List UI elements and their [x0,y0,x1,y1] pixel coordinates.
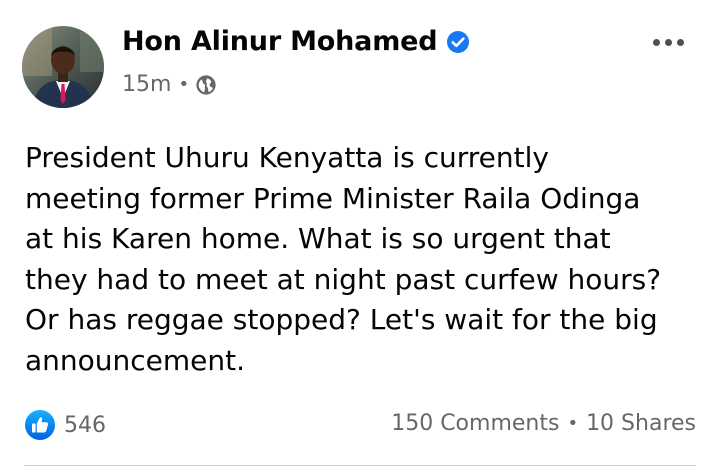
more-dot-icon [664,38,672,46]
post-body-text: President Uhuru Kenyatta is currently me… [25,141,662,377]
globe-icon[interactable] [195,74,217,96]
facebook-post: Hon Alinur Mohamed 15m • President Uhuru… [0,0,720,476]
more-dot-icon [652,38,660,46]
author-header: Hon Alinur Mohamed [122,26,470,57]
more-dot-icon [676,38,684,46]
avatar-image [22,26,104,108]
post-timestamp[interactable]: 15m [122,72,171,97]
shares-count-link[interactable]: 10 Shares [586,411,696,436]
author-name[interactable]: Hon Alinur Mohamed [122,26,438,57]
engagement-separator: • [567,413,579,434]
engagement-summary: 150 Comments • 10 Shares [391,411,696,436]
post-meta: 15m • [122,72,217,97]
reaction-count: 546 [64,412,106,438]
more-options-button[interactable] [648,30,688,54]
meta-separator: • [178,74,190,95]
comments-count-link[interactable]: 150 Comments [391,411,559,436]
action-bar-divider [24,465,696,466]
reactions-summary[interactable]: 546 [24,409,106,441]
like-icon [25,410,55,440]
verified-badge-icon [447,30,470,53]
author-avatar[interactable] [22,26,104,108]
